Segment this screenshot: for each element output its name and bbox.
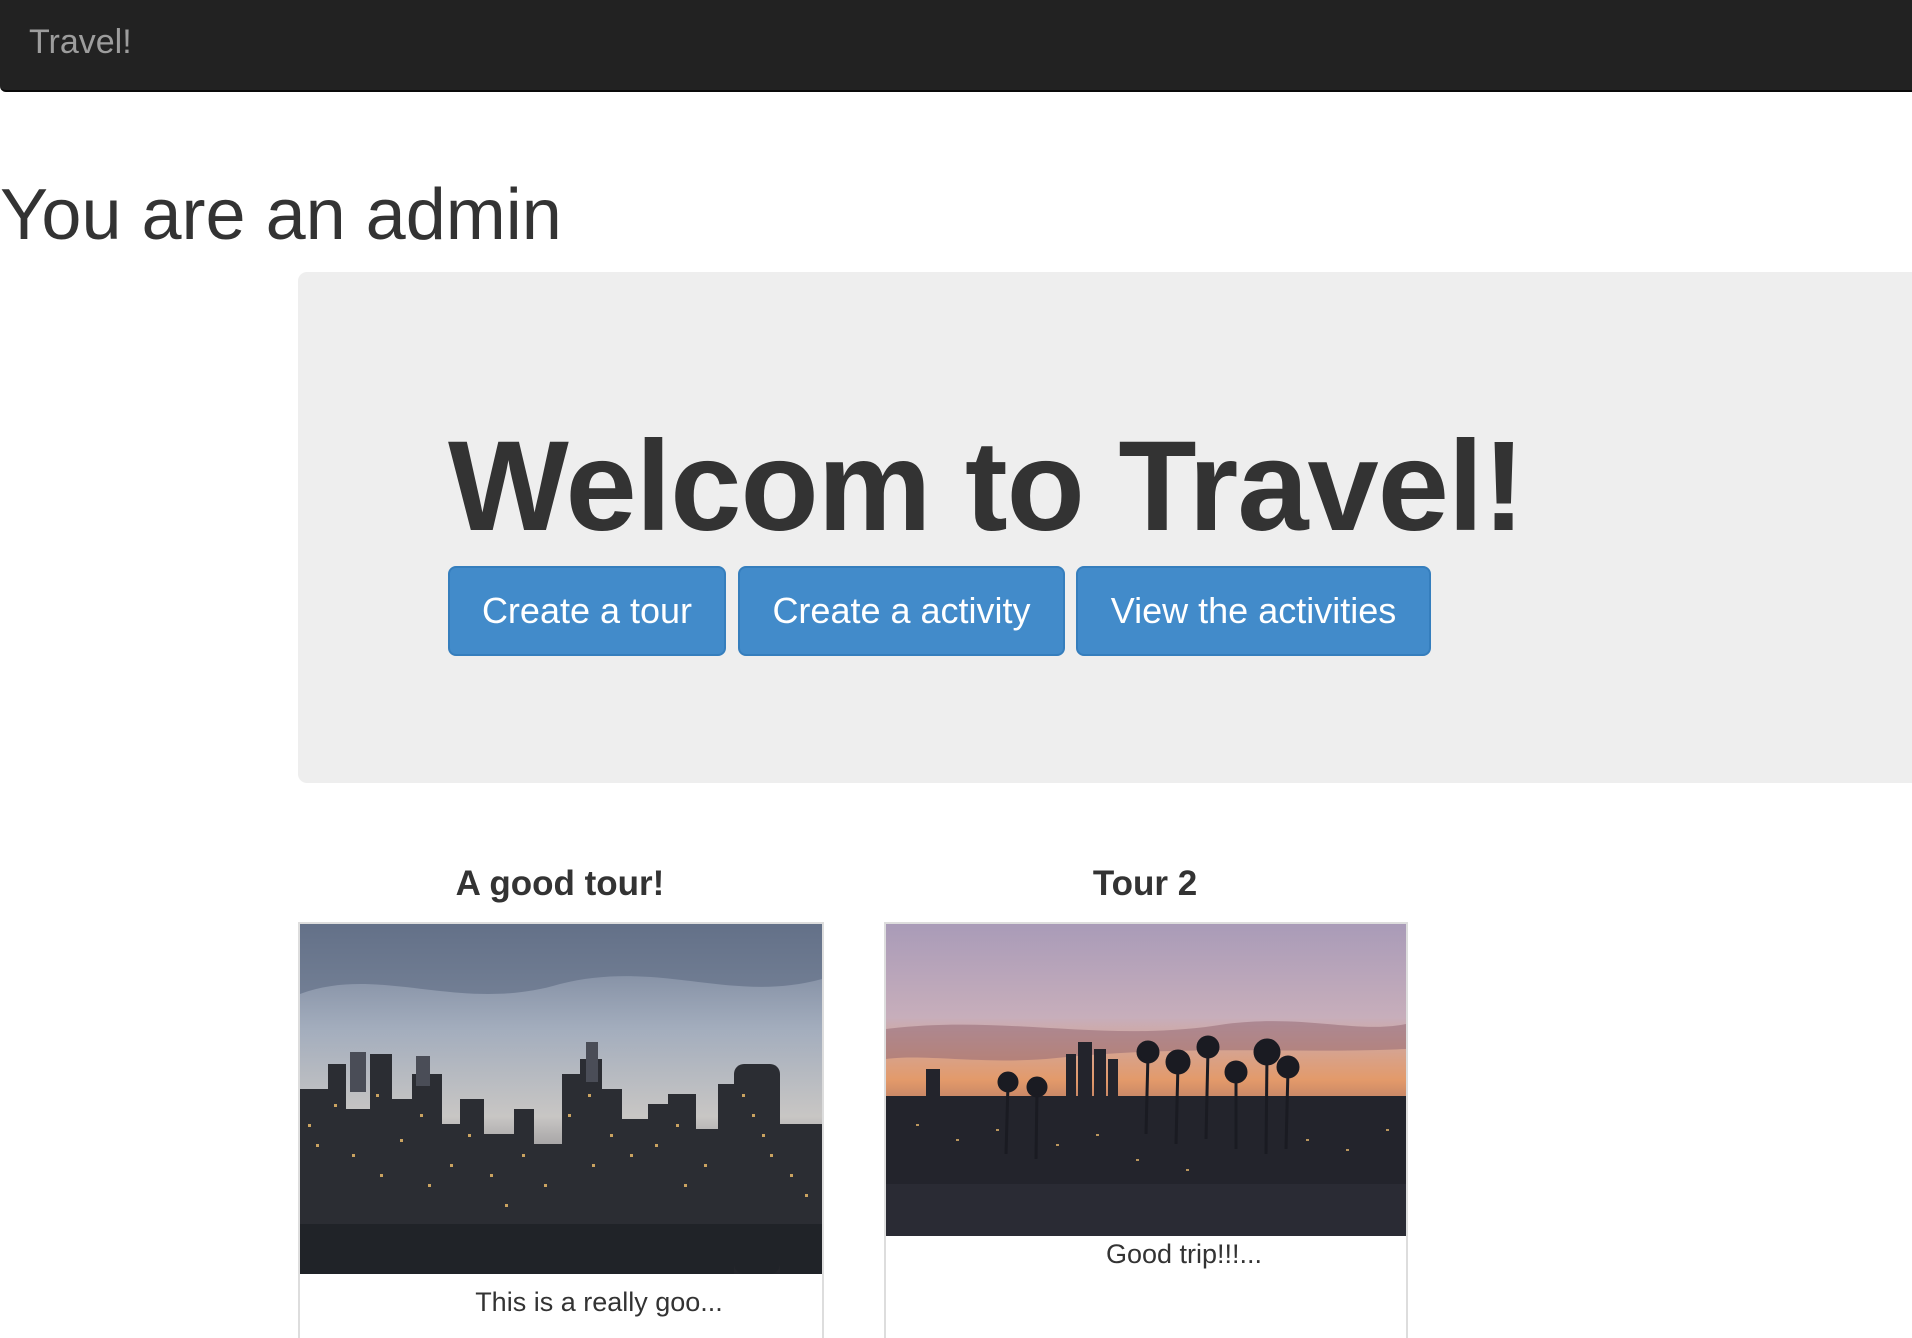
tour-card[interactable]: Good trip!!!... (884, 922, 1408, 1338)
tour-title[interactable]: A good tour! (298, 862, 822, 906)
view-activities-button[interactable]: View the activities (1076, 566, 1431, 656)
create-tour-button[interactable]: Create a tour (448, 566, 726, 656)
tour-description: This is a really goo... (475, 1287, 723, 1317)
navbar-brand-link[interactable]: Travel! (29, 20, 132, 64)
tour-card[interactable]: This is a really goo... (298, 922, 824, 1338)
city-sunset-image[interactable] (886, 924, 1406, 1236)
admin-heading: You are an admin (0, 175, 562, 255)
welcome-jumbotron: Welcom to Travel! Create a tour Create a… (298, 272, 1912, 783)
top-navbar: Travel! (0, 0, 1912, 92)
tour-description: Good trip!!!... (1105, 1239, 1263, 1269)
create-activity-button[interactable]: Create a activity (738, 566, 1065, 656)
city-skyline-image[interactable] (300, 924, 822, 1274)
welcome-title: Welcom to Travel! (448, 415, 1525, 558)
tour-title[interactable]: Tour 2 (884, 862, 1406, 906)
